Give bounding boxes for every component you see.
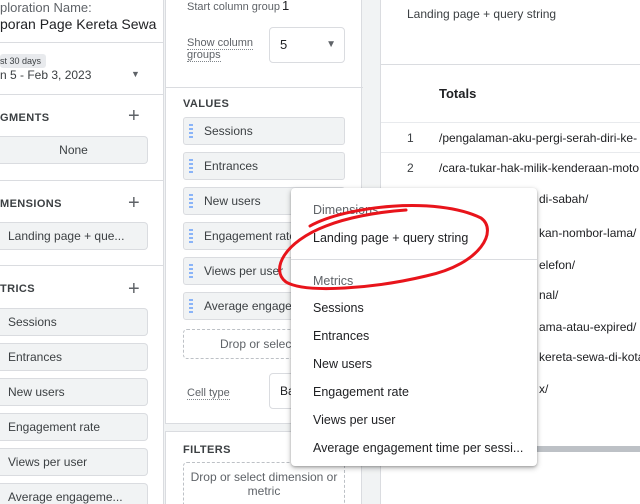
divider xyxy=(0,42,163,43)
drag-handle-icon[interactable] xyxy=(189,229,193,243)
show-column-groups-label-line2: groups xyxy=(187,49,221,62)
metric-chip-sessions[interactable]: Sessions xyxy=(0,308,148,336)
row-landing-page: ama-atau-expired/ xyxy=(539,320,637,334)
divider xyxy=(166,87,363,88)
chevron-down-icon: ▼ xyxy=(326,39,336,50)
menu-item-landing-page[interactable]: Landing page + query string xyxy=(291,224,537,252)
exploration-name-label: ploration Name: xyxy=(0,0,92,15)
date-range-selector[interactable]: n 5 - Feb 3, 2023 xyxy=(0,68,91,82)
menu-item-views-per-user[interactable]: Views per user xyxy=(291,406,537,434)
cell-type-label: Cell type xyxy=(187,387,230,400)
row-landing-page: kan-nombor-lama/ xyxy=(539,226,637,240)
row-landing-page: /cara-tukar-hak-milik-kenderaan-moto xyxy=(439,161,640,175)
value-chip-label: New users xyxy=(204,194,261,208)
divider xyxy=(0,94,163,95)
filters-drop-text: Drop or select dimension or xyxy=(190,470,338,484)
drag-handle-icon[interactable] xyxy=(189,194,193,208)
add-dimension-icon[interactable]: + xyxy=(128,193,140,213)
row-landing-page: /pengalaman-aku-pergi-serah-diri-ke- xyxy=(439,131,638,145)
show-column-groups-value: 5 xyxy=(280,37,288,52)
metric-chip-engagement-rate[interactable]: Engagement rate xyxy=(0,413,148,441)
value-chip-entrances[interactable]: Entrances xyxy=(183,152,345,180)
date-range-dropdown-icon[interactable]: ▼ xyxy=(131,69,140,79)
filters-heading: FILTERS xyxy=(183,444,231,456)
menu-metrics-heading: Metrics xyxy=(313,274,354,288)
values-heading: VALUES xyxy=(183,98,230,110)
segments-heading: GMENTS xyxy=(0,112,50,124)
value-chip-label: Views per user xyxy=(204,264,284,278)
menu-item-engagement-rate[interactable]: Engagement rate xyxy=(291,378,537,406)
value-chip-sessions[interactable]: Sessions xyxy=(183,117,345,145)
row-landing-page: nal/ xyxy=(539,288,559,302)
divider xyxy=(0,265,163,266)
row-landing-page: x/ xyxy=(539,382,549,396)
column-header-landing-page[interactable]: Landing page + query string xyxy=(407,7,556,21)
start-column-group-label: Start column group xyxy=(187,1,280,13)
drag-handle-icon[interactable] xyxy=(189,264,193,278)
drag-handle-icon[interactable] xyxy=(189,159,193,173)
value-chip-label: Engagement rate xyxy=(204,229,297,243)
divider xyxy=(0,180,163,181)
exploration-name-input[interactable]: poran Page Kereta Sewa xyxy=(0,16,156,32)
table-row[interactable]: 2/cara-tukar-hak-milik-kenderaan-moto xyxy=(381,152,640,182)
drag-handle-icon[interactable] xyxy=(189,124,193,138)
start-column-group-input[interactable]: 1 xyxy=(282,0,289,13)
show-column-groups-select[interactable]: 5 ▼ xyxy=(269,27,345,63)
row-landing-page: di-sabah/ xyxy=(539,192,589,206)
metric-chip-new-users[interactable]: New users xyxy=(0,378,148,406)
totals-label: Totals xyxy=(439,86,477,101)
divider xyxy=(381,64,640,65)
value-chip-label: Entrances xyxy=(204,159,259,173)
segment-chip[interactable]: None xyxy=(0,136,148,164)
add-segment-icon[interactable]: + xyxy=(128,106,140,126)
divider xyxy=(291,259,537,260)
menu-item-sessions[interactable]: Sessions xyxy=(291,294,537,322)
menu-dimensions-heading: Dimensions xyxy=(313,203,379,217)
row-number: 1 xyxy=(407,131,414,145)
menu-item-entrances[interactable]: Entrances xyxy=(291,322,537,350)
table-row[interactable]: 1/pengalaman-aku-pergi-serah-diri-ke- xyxy=(381,122,640,152)
dimensions-heading: MENSIONS xyxy=(0,198,62,210)
dimension-chip[interactable]: Landing page + que... xyxy=(0,222,148,250)
filters-drop-text-line2: metric xyxy=(247,484,281,498)
metric-chip-entrances[interactable]: Entrances xyxy=(0,343,148,371)
value-chip-label: Sessions xyxy=(204,124,253,138)
add-metric-icon[interactable]: + xyxy=(128,279,140,299)
row-number: 2 xyxy=(407,161,414,175)
menu-item-average-engagement-time[interactable]: Average engagement time per sessi... xyxy=(291,434,537,462)
variables-panel: ploration Name: poran Page Kereta Sewa s… xyxy=(0,0,164,504)
row-landing-page: elefon/ xyxy=(539,258,576,272)
filters-drop-zone[interactable]: Drop or select dimension or metric xyxy=(183,462,345,504)
metric-chip-average-engagement[interactable]: Average engageme... xyxy=(0,483,148,504)
drag-handle-icon[interactable] xyxy=(189,299,193,313)
date-preset-badge: st 30 days xyxy=(0,54,47,68)
metric-chip-views-per-user[interactable]: Views per user xyxy=(0,448,148,476)
add-value-menu: Dimensions Landing page + query string M… xyxy=(291,188,537,466)
metrics-heading: TRICS xyxy=(0,283,35,295)
row-landing-page: kereta-sewa-di-kota xyxy=(539,350,640,364)
menu-item-new-users[interactable]: New users xyxy=(291,350,537,378)
